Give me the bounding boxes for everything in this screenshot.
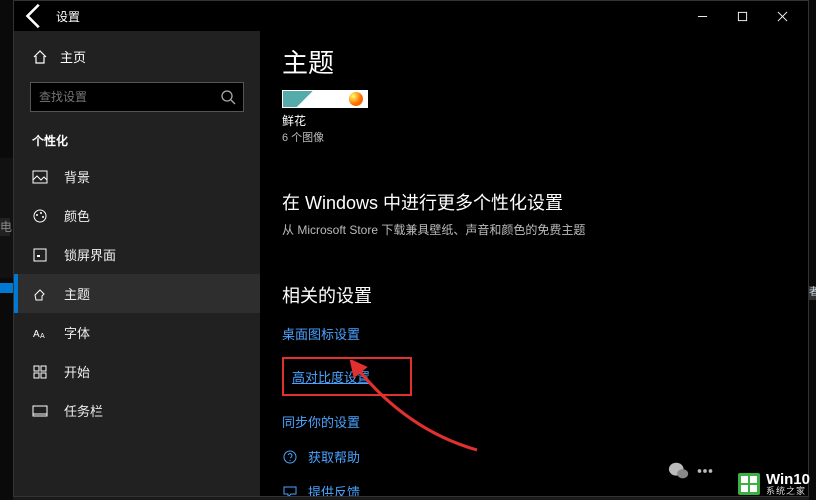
- settings-window: 设置 主页 个性化 背景 颜色: [13, 0, 809, 497]
- home-icon: [32, 49, 48, 65]
- start-icon: [32, 364, 48, 380]
- minimize-button[interactable]: [682, 1, 722, 31]
- watermark-text: Win10 系统之家: [766, 472, 810, 496]
- watermark-logo-icon: [738, 473, 760, 495]
- palette-icon: [32, 208, 48, 224]
- sidebar-item-label: 开始: [64, 362, 90, 381]
- wechat-icon-group: [668, 460, 716, 482]
- picture-icon: [32, 169, 48, 185]
- link-high-contrast-settings[interactable]: 高对比度设置: [292, 367, 370, 386]
- more-personalization-heading: 在 Windows 中进行更多个性化设置: [282, 189, 808, 215]
- taskbar-icon: [32, 403, 48, 419]
- more-personalization-desc: 从 Microsoft Store 下载兼具壁纸、声音和颜色的免费主题: [282, 221, 808, 238]
- titlebar: 设置: [14, 1, 808, 31]
- watermark-site: 系统之家: [766, 487, 810, 496]
- maximize-icon: [737, 11, 748, 22]
- lockscreen-icon: [32, 247, 48, 263]
- sidebar-item-label: 颜色: [64, 206, 90, 225]
- sidebar-item-themes[interactable]: 主题: [14, 274, 260, 313]
- watermark-brand: Win10: [766, 472, 810, 487]
- svg-text:A: A: [40, 333, 45, 340]
- wechat-dots-icon: [694, 460, 716, 482]
- external-strip-accent: [0, 283, 13, 293]
- sidebar-item-lockscreen[interactable]: 锁屏界面: [14, 235, 260, 274]
- help-icon: [282, 449, 298, 465]
- external-right-char: 者: [809, 286, 816, 300]
- theme-name: 鲜花: [282, 112, 808, 129]
- sidebar-section-title: 个性化: [14, 126, 260, 157]
- back-arrow-icon: [20, 1, 50, 31]
- svg-text:A: A: [33, 329, 40, 340]
- theme-thumbnail[interactable]: [282, 90, 368, 108]
- fonts-icon: AA: [32, 325, 48, 341]
- sidebar-item-colors[interactable]: 颜色: [14, 196, 260, 235]
- link-label: 获取帮助: [308, 447, 360, 466]
- content-pane: 主题 鲜花 6 个图像 在 Windows 中进行更多个性化设置 从 Micro…: [260, 31, 808, 496]
- maximize-button[interactable]: [722, 1, 762, 31]
- sidebar-item-label: 任务栏: [64, 401, 103, 420]
- themes-icon: [32, 286, 48, 302]
- sidebar-item-fonts[interactable]: AA 字体: [14, 313, 260, 352]
- sidebar-item-background[interactable]: 背景: [14, 157, 260, 196]
- page-title: 主题: [282, 43, 808, 80]
- close-icon: [777, 11, 788, 22]
- watermark: Win10 系统之家: [738, 472, 810, 496]
- sidebar-home[interactable]: 主页: [14, 39, 260, 74]
- annotation-red-box: 高对比度设置: [282, 357, 412, 396]
- external-strip-char: 电: [0, 218, 10, 236]
- search-icon: [220, 89, 236, 105]
- sidebar-item-label: 主题: [64, 284, 90, 303]
- back-button[interactable]: [20, 1, 50, 31]
- link-get-help[interactable]: 获取帮助: [282, 447, 808, 466]
- search-wrap: [30, 82, 244, 112]
- window-title: 设置: [56, 8, 80, 25]
- theme-image-count: 6 个图像: [282, 129, 808, 145]
- external-right-strip: 者: [809, 0, 816, 500]
- sidebar-item-label: 背景: [64, 167, 90, 186]
- sidebar: 主页 个性化 背景 颜色 锁屏界面 主题: [14, 31, 260, 496]
- link-desktop-icon-settings[interactable]: 桌面图标设置: [282, 324, 808, 343]
- window-controls: [682, 1, 802, 31]
- related-settings-heading: 相关的设置: [282, 282, 808, 308]
- theme-thumbnail-icon: [349, 92, 363, 106]
- close-button[interactable]: [762, 1, 802, 31]
- sidebar-home-label: 主页: [60, 47, 86, 66]
- search-input[interactable]: [30, 82, 244, 112]
- sidebar-item-label: 锁屏界面: [64, 245, 116, 264]
- link-give-feedback[interactable]: 提供反馈: [282, 482, 808, 496]
- feedback-icon: [282, 484, 298, 497]
- link-label: 提供反馈: [308, 482, 360, 496]
- external-left-strip: 电: [0, 0, 13, 500]
- minimize-icon: [697, 11, 708, 22]
- sidebar-item-label: 字体: [64, 323, 90, 342]
- sidebar-item-start[interactable]: 开始: [14, 352, 260, 391]
- wechat-icon: [668, 460, 690, 482]
- link-sync-settings[interactable]: 同步你的设置: [282, 412, 808, 431]
- sidebar-item-taskbar[interactable]: 任务栏: [14, 391, 260, 430]
